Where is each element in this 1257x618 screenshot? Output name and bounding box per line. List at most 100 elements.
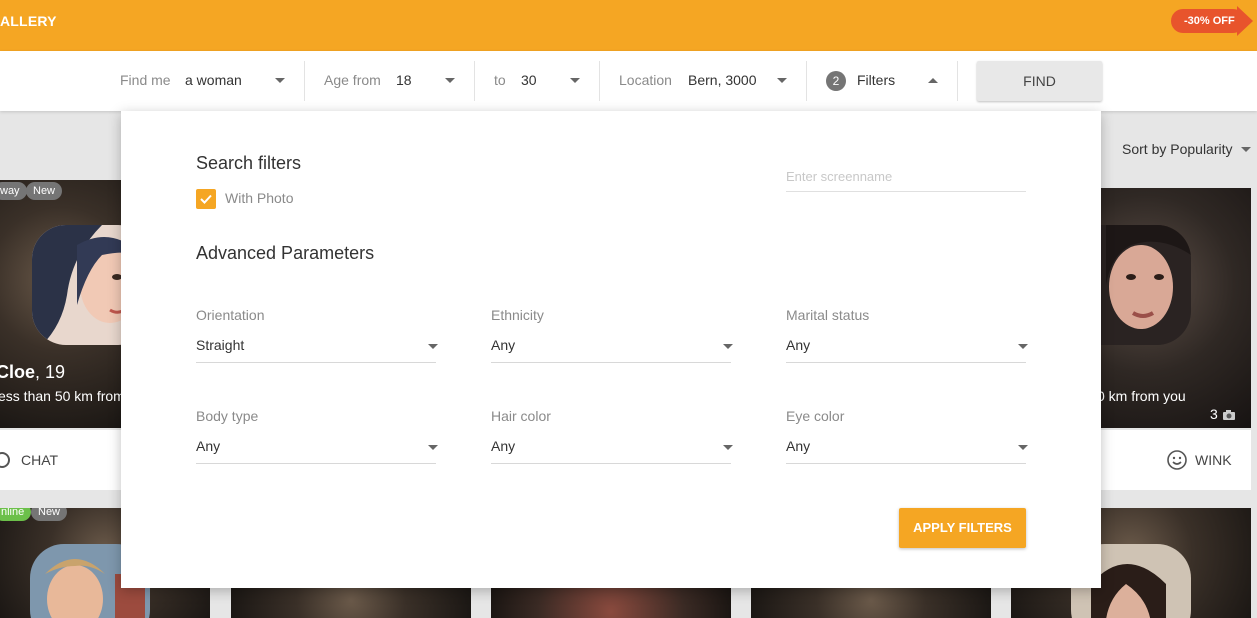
profile-card[interactable]: way New Cloe, 19 ess than 50 km from <box>0 180 122 428</box>
marital-status-value: Any <box>786 337 811 353</box>
search-bar: Find me a woman Age from 18 to 30 Locati… <box>0 51 1257 111</box>
profile-name[interactable]: Cloe, 19 <box>0 362 65 383</box>
divider <box>474 61 475 101</box>
find-me-label: Find me <box>120 72 171 88</box>
profile-photo-background <box>491 588 731 618</box>
advanced-parameters-title: Advanced Parameters <box>196 243 375 263</box>
find-me-select[interactable]: Find me a woman <box>120 51 290 111</box>
avatar-image <box>32 225 122 345</box>
sort-select[interactable]: Sort by Popularity <box>1122 141 1251 157</box>
photo-count-value: 3 <box>1210 406 1218 422</box>
sort-label: Sort by Popularity <box>1122 141 1233 157</box>
age-from-value: 18 <box>396 72 412 88</box>
orientation-label: Orientation <box>196 307 265 323</box>
ethnicity-select[interactable]: Ethnicity Any <box>491 307 733 367</box>
profile-photo-background <box>751 588 991 618</box>
chevron-down-icon <box>570 78 580 83</box>
divider <box>957 61 958 101</box>
eye-color-select[interactable]: Eye color Any <box>786 408 1028 468</box>
search-filters-title: Search filters <box>196 153 302 173</box>
profile-distance: 0 km from you <box>1101 388 1186 404</box>
wink-icon <box>1167 450 1187 470</box>
age-to-value: 30 <box>521 72 537 88</box>
filters-toggle[interactable]: 2 Filters <box>826 51 944 111</box>
checkmark-icon <box>200 194 212 204</box>
photo-count: 3 <box>1210 406 1236 422</box>
age-from-label: Age from <box>324 72 381 88</box>
profile-card[interactable] <box>491 588 731 618</box>
eye-color-value: Any <box>786 438 811 454</box>
filters-label: Filters <box>857 72 896 88</box>
body-type-label: Body type <box>196 408 259 424</box>
select-underline <box>491 463 731 464</box>
profile-age: , 19 <box>35 362 66 382</box>
away-badge: way <box>0 182 27 200</box>
profile-avatar <box>1101 225 1191 345</box>
chevron-down-icon <box>428 445 438 450</box>
chevron-down-icon <box>723 344 733 349</box>
filters-count-badge: 2 <box>826 71 846 91</box>
avatar-image <box>1101 225 1191 345</box>
find-me-value: a woman <box>185 72 242 88</box>
camera-icon <box>1222 410 1235 420</box>
age-to-select[interactable]: to 30 <box>494 51 584 111</box>
select-underline <box>786 463 1026 464</box>
chevron-up-icon <box>928 78 938 83</box>
hair-color-value: Any <box>491 438 516 454</box>
age-from-select[interactable]: Age from 18 <box>324 51 459 111</box>
new-badge: New <box>31 508 68 521</box>
card-actions: WINK <box>1101 430 1251 490</box>
hair-color-select[interactable]: Hair color Any <box>491 408 733 468</box>
card-actions: CHAT <box>0 430 122 490</box>
location-value: Bern, 3000 <box>688 72 757 88</box>
top-header-bar: ALLERY -30% OFF <box>0 0 1257 51</box>
chat-icon <box>0 452 10 468</box>
profile-card[interactable] <box>751 588 991 618</box>
eye-color-label: Eye color <box>786 408 845 424</box>
ethnicity-value: Any <box>491 337 516 353</box>
ethnicity-label: Ethnicity <box>491 307 544 323</box>
filter-panel: Search filters With Photo Advanced Param… <box>121 111 1101 588</box>
wink-button[interactable]: WINK <box>1195 452 1232 468</box>
profile-name-text: Cloe <box>0 362 36 382</box>
promo-label: -30% OFF <box>1171 9 1245 33</box>
select-underline <box>786 362 1026 363</box>
chevron-down-icon <box>275 78 285 83</box>
online-badge: nline <box>0 508 32 521</box>
orientation-value: Straight <box>196 337 245 353</box>
marital-status-label: Marital status <box>786 307 870 323</box>
body-type-value: Any <box>196 438 221 454</box>
with-photo-checkbox[interactable] <box>196 189 216 209</box>
profile-card[interactable] <box>231 588 471 618</box>
select-underline <box>491 362 731 363</box>
chevron-down-icon <box>1241 147 1251 152</box>
divider <box>599 61 600 101</box>
body-type-select[interactable]: Body type Any <box>196 408 438 468</box>
brand-title[interactable]: ALLERY <box>0 13 57 29</box>
profile-distance: ess than 50 km from <box>0 388 122 404</box>
chevron-down-icon <box>428 344 438 349</box>
chevron-down-icon <box>1018 344 1028 349</box>
profile-card[interactable]: 0 km from you 3 <box>1101 188 1251 428</box>
chevron-down-icon <box>723 445 733 450</box>
profile-photo-background <box>231 588 471 618</box>
marital-status-select[interactable]: Marital status Any <box>786 307 1028 367</box>
chevron-down-icon <box>777 78 787 83</box>
screenname-input[interactable] <box>786 161 1026 192</box>
select-underline <box>196 362 436 363</box>
age-to-label: to <box>494 72 506 88</box>
orientation-select[interactable]: Orientation Straight <box>196 307 438 367</box>
apply-filters-button[interactable]: APPLY FILTERS <box>899 508 1026 548</box>
location-label: Location <box>619 72 672 88</box>
new-badge: New <box>26 182 63 200</box>
divider <box>304 61 305 101</box>
chat-button[interactable]: CHAT <box>21 452 58 468</box>
select-underline <box>196 463 436 464</box>
chevron-down-icon <box>445 78 455 83</box>
location-select[interactable]: Location Bern, 3000 <box>619 51 791 111</box>
profile-avatar <box>32 225 122 345</box>
chevron-down-icon <box>1018 445 1028 450</box>
find-button[interactable]: FIND <box>977 61 1102 101</box>
hair-color-label: Hair color <box>491 408 551 424</box>
with-photo-label[interactable]: With Photo <box>225 190 293 206</box>
